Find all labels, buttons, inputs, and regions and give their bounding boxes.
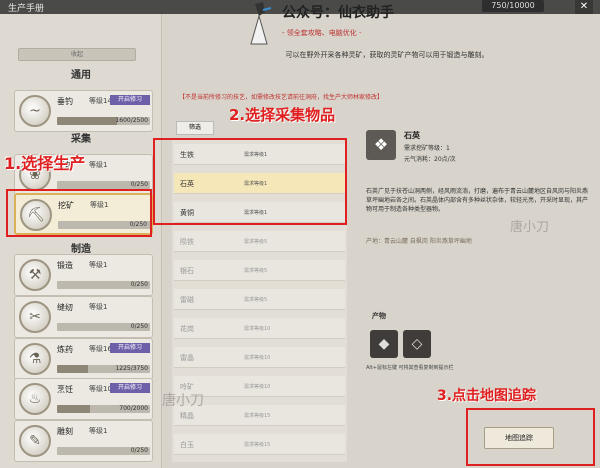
section-craft: 制造 xyxy=(71,244,91,255)
material-requirement: 需求等级10 xyxy=(244,326,271,332)
hint-text: Alt+鼠标左键 可将其查看复制到提示栏 xyxy=(366,365,454,371)
section-general: 通用 xyxy=(71,70,91,81)
skill-name: 锻造 xyxy=(57,261,73,270)
watermark-account: 公众号：仙衣助手 xyxy=(282,5,394,21)
window-title: 生产手册 xyxy=(8,4,45,14)
skill-icon: ✂ xyxy=(19,301,51,333)
skill-icon: ♨ xyxy=(19,383,51,415)
skill-icon: ✎ xyxy=(19,425,51,457)
skill-name: 缝纫 xyxy=(57,303,73,312)
material-name: 白玉 xyxy=(180,441,194,449)
progress-text: 0/250 xyxy=(130,281,148,288)
progress-text: 1600/2500 xyxy=(115,117,148,124)
material-row[interactable]: 银石 需求等级5 xyxy=(174,260,345,281)
annotation-step-2: 2.选择采集物品 xyxy=(229,106,336,124)
material-requirement: 需求等级5 xyxy=(244,268,268,274)
material-row[interactable]: 雷晶 需求等级10 xyxy=(174,347,345,368)
material-requirement: 需求等级10 xyxy=(244,384,271,390)
annotation-step-1: 1.选择生产 xyxy=(4,154,86,173)
watermark-subtitle: - 领全套攻略、电脑优化 - xyxy=(282,29,362,37)
skill-card[interactable]: ⚗ 炼药 等级16 开启修习 1225/3750 xyxy=(14,338,153,380)
collapse-button[interactable]: 收起 xyxy=(18,48,136,61)
skill-level: 等级1 xyxy=(89,261,108,269)
annotation-box-1 xyxy=(6,189,152,237)
progress-text: 0/250 xyxy=(130,323,148,330)
quartz-item-icon: ❖ xyxy=(366,130,396,160)
filter-button[interactable]: 筛选 xyxy=(176,121,214,135)
watermark-mark: 唐小刀 xyxy=(510,220,550,235)
skill-card[interactable]: ⚒ 锻造 等级1 0/250 xyxy=(14,254,153,296)
material-name: 陨铁 xyxy=(180,238,194,246)
category-description: 可以在野外开采各种灵矿，获取的灵矿产物可以用于锻造与雕刻。 xyxy=(285,51,489,59)
progress-text: 0/250 xyxy=(130,181,148,188)
material-row[interactable]: 陨铁 需求等级5 xyxy=(174,231,345,252)
watermark-mark: 唐小刀 xyxy=(162,393,204,409)
character-illustration xyxy=(250,2,272,45)
skill-name: 垂钓 xyxy=(57,97,73,106)
skill-card[interactable]: ✂ 缝纫 等级1 0/250 xyxy=(14,296,153,338)
material-requirement: 需求等级15 xyxy=(244,442,271,448)
skill-level: 等级1 xyxy=(89,161,108,169)
skill-level: 等级16 xyxy=(89,345,112,353)
skill-icon: ~ xyxy=(19,95,51,127)
material-requirement: 需求等级10 xyxy=(244,355,271,361)
detail-requirement: 需求挖矿等级：1 xyxy=(404,145,450,152)
annotation-step-3: 3.点击地图追踪 xyxy=(437,388,537,404)
progress-text: 700/2000 xyxy=(119,405,148,412)
material-name: 雷晶 xyxy=(180,354,194,362)
annotation-box-3 xyxy=(466,408,595,466)
material-requirement: 需求等级15 xyxy=(244,413,271,419)
progress-text: 0/250 xyxy=(130,447,148,454)
skill-level: 等级10 xyxy=(89,385,112,393)
skill-name: 烹饪 xyxy=(57,385,73,394)
detail-origin: 产地：青云山麓 自枫岗 阳炎燕草坪幽地 xyxy=(366,238,472,245)
study-badge[interactable]: 开启修习 xyxy=(110,343,150,353)
material-requirement: 需求等级5 xyxy=(244,239,268,245)
skill-level: 等级1 xyxy=(89,303,108,311)
material-row[interactable]: 白玉 需求等级15 xyxy=(174,434,345,455)
skill-card[interactable]: ♨ 烹饪 等级10 开启修习 700/2000 xyxy=(14,378,153,420)
detail-cost: 元气消耗：20点/次 xyxy=(404,156,456,163)
material-requirement: 需求等级5 xyxy=(244,297,268,303)
study-badge[interactable]: 开启修习 xyxy=(110,383,150,393)
detail-name: 石英 xyxy=(404,131,420,140)
material-name: 花岗 xyxy=(180,325,194,333)
material-row[interactable]: 雷磁 需求等级5 xyxy=(174,289,345,310)
section-gather: 采集 xyxy=(71,134,91,145)
detail-description: 石英广见于扶苍山洞两侧，经风雨流淌，打磨，遍布于青云山麓地区自风岗与阳炎燕草坪幽… xyxy=(366,188,589,213)
product-icon[interactable]: ◇ xyxy=(403,330,431,358)
notice-text: 【不是当前所修习的技艺，如需修改技艺请前往洞府，找生产大师林家修改】 xyxy=(179,94,384,101)
skill-icon: ⚒ xyxy=(19,259,51,291)
skill-level: 等级14 xyxy=(89,97,112,105)
skill-card[interactable]: ~ 垂钓 等级14 开启修习 1600/2500 xyxy=(14,90,153,132)
study-badge[interactable]: 开启修习 xyxy=(110,95,150,105)
annotation-box-2 xyxy=(153,138,347,225)
material-name: 精晶 xyxy=(180,412,194,420)
progress-text: 1225/3750 xyxy=(115,365,148,372)
skill-sidebar: 收起 通用 采集 制造 ~ 垂钓 等级14 开启修习 1600/2500 ❀ 采药… xyxy=(0,14,162,468)
skill-icon: ⚗ xyxy=(19,343,51,375)
skill-card[interactable]: ✎ 雕刻 等级1 0/250 xyxy=(14,420,153,462)
product-icon[interactable]: ◆ xyxy=(370,330,398,358)
material-name: 银石 xyxy=(180,267,194,275)
currency-display: 750/10000 xyxy=(482,0,544,12)
material-name: 雷磁 xyxy=(180,296,194,304)
products-label: 产物 xyxy=(372,312,386,320)
skill-name: 雕刻 xyxy=(57,427,73,436)
close-button[interactable]: ✕ xyxy=(575,0,593,14)
skill-name: 炼药 xyxy=(57,345,73,354)
material-row[interactable]: 花岗 需求等级10 xyxy=(174,318,345,339)
skill-level: 等级1 xyxy=(89,427,108,435)
